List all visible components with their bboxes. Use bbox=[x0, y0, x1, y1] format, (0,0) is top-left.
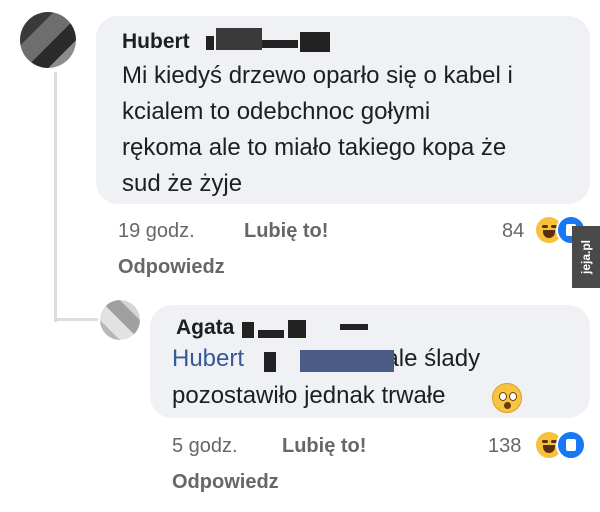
comment-author-agata[interactable]: Agata bbox=[176, 316, 234, 340]
avatar-agata[interactable] bbox=[100, 300, 140, 340]
like-link[interactable]: Lubię to! bbox=[282, 435, 366, 458]
comment-line: sud że żyje bbox=[122, 170, 243, 197]
censor-block bbox=[288, 320, 306, 338]
like-link[interactable]: Lubię to! bbox=[244, 220, 328, 243]
astonished-emoji-icon bbox=[492, 383, 522, 413]
comment-text: ale ślady bbox=[385, 345, 481, 372]
comment-text: pozostawiło jednak trwałe bbox=[172, 382, 446, 409]
censor-block bbox=[242, 322, 254, 338]
censor-block bbox=[300, 350, 394, 372]
censor-block bbox=[262, 40, 298, 48]
comment-line: rękoma ale to miało takiego kopa że bbox=[122, 134, 507, 161]
comment-author-hubert[interactable]: Hubert bbox=[122, 30, 190, 54]
author-name[interactable]: Agata bbox=[176, 316, 234, 339]
comment-body-agata-line2: pozostawiło jednak trwałe bbox=[172, 378, 445, 414]
censor-block bbox=[340, 324, 368, 330]
comment-body-hubert: Mi kiedyś drzewo oparło się o kabel i kc… bbox=[122, 58, 513, 202]
mention-hubert[interactable]: Hubert bbox=[172, 345, 244, 372]
censor-block bbox=[216, 28, 262, 50]
comment-time[interactable]: 19 godz. bbox=[118, 220, 195, 243]
comment-line: Mi kiedyś drzewo oparło się o kabel i bbox=[122, 62, 513, 89]
thread-line bbox=[54, 72, 57, 322]
censor-block bbox=[300, 32, 330, 52]
jeja-watermark: jeja.pl bbox=[572, 226, 600, 288]
comment-line: kcialem to odebchnoc gołymi bbox=[122, 98, 431, 125]
reply-link[interactable]: Odpowiedz bbox=[118, 256, 225, 279]
author-name[interactable]: Hubert bbox=[122, 30, 190, 53]
reaction-count[interactable]: 84 bbox=[502, 220, 524, 243]
like-icon bbox=[556, 430, 586, 460]
censor-block bbox=[264, 352, 276, 372]
avatar-hubert[interactable] bbox=[20, 12, 76, 68]
reaction-count[interactable]: 138 bbox=[488, 435, 521, 458]
reply-link[interactable]: Odpowiedz bbox=[172, 471, 279, 494]
thread-branch bbox=[54, 318, 98, 321]
censor-block bbox=[206, 36, 214, 50]
censor-block bbox=[258, 330, 284, 338]
comment-time[interactable]: 5 godz. bbox=[172, 435, 238, 458]
